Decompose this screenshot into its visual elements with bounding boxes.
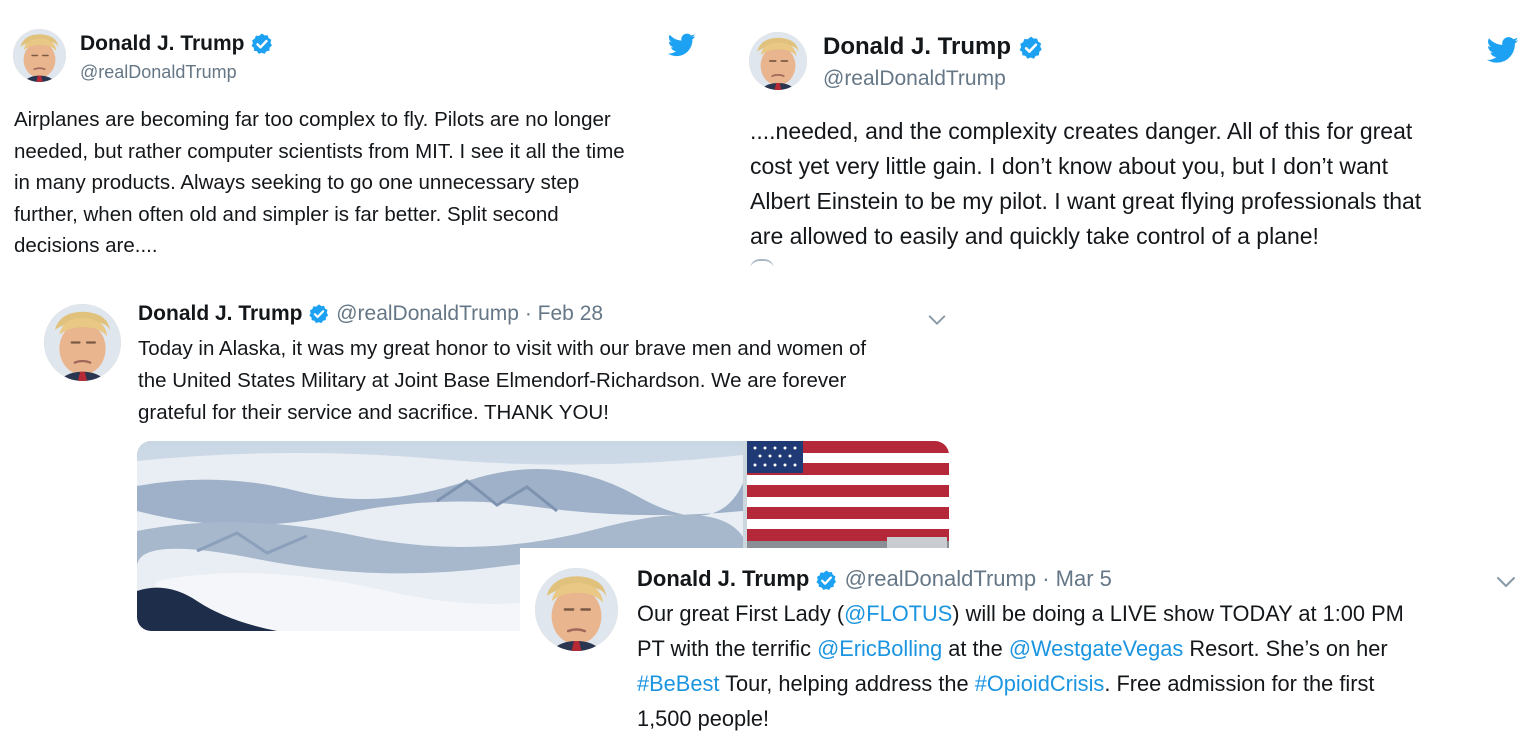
author-handle[interactable]: @realDonaldTrump bbox=[845, 566, 1036, 591]
chevron-down-icon[interactable] bbox=[1494, 570, 1518, 594]
author-handle[interactable]: @realDonaldTrump bbox=[823, 67, 1006, 91]
author-name[interactable]: Donald J. Trump bbox=[637, 566, 809, 591]
tweet-text-line: Albert Einstein to be my pilot. I want g… bbox=[750, 188, 1422, 214]
avatar[interactable] bbox=[749, 32, 807, 90]
avatar[interactable] bbox=[535, 568, 618, 651]
tweet-text-line: cost yet very little gain. I don’t know … bbox=[750, 153, 1388, 179]
text-span: at the bbox=[942, 636, 1009, 661]
tweet-text-line: grateful for their service and sacrifice… bbox=[138, 401, 609, 424]
mention-link-westgatevegas[interactable]: @WestgateVegas bbox=[1009, 636, 1183, 661]
tweet-card-1[interactable]: Donald J. Trump @realDonaldTrump Airplan… bbox=[0, 0, 720, 270]
verified-badge-icon bbox=[250, 32, 274, 56]
author-name[interactable]: Donald J. Trump bbox=[80, 32, 245, 55]
author-line: Donald J. Trump bbox=[80, 32, 274, 56]
tweet-header: Donald J. Trump @realDonaldTrump · Feb 2… bbox=[138, 302, 603, 326]
tweet-text-line: ....needed, and the complexity creates d… bbox=[750, 118, 1413, 144]
tweet-text-line: PT with the terrific @EricBolling at the… bbox=[637, 631, 1404, 666]
author-line: Donald J. Trump bbox=[823, 33, 1044, 61]
tweet-text-line: decisions are.... bbox=[14, 234, 158, 257]
mention-link-ericbolling[interactable]: @EricBolling bbox=[817, 636, 942, 661]
tweet-text-line: #BeBest Tour, helping address the #Opioi… bbox=[637, 666, 1404, 701]
tweet-date[interactable]: Mar 5 bbox=[1056, 566, 1112, 591]
text-span: Resort. She’s on her bbox=[1183, 636, 1388, 661]
tweet-card-4[interactable]: Donald J. Trump @realDonaldTrump · Mar 5… bbox=[520, 548, 1532, 746]
tweet-text-line: further, when often old and simpler is f… bbox=[14, 202, 559, 226]
tweet-text: Airplanes are becoming far too complex t… bbox=[14, 104, 625, 262]
tweet-date[interactable]: Feb 28 bbox=[538, 302, 603, 325]
hashtag-link-bebest[interactable]: #BeBest bbox=[637, 671, 719, 696]
tweet-card-2[interactable]: Donald J. Trump @realDonaldTrump ....nee… bbox=[735, 0, 1532, 266]
profile-photo bbox=[13, 29, 66, 82]
tweet-text-line: Today in Alaska, it was my great honor t… bbox=[138, 337, 867, 360]
author-handle[interactable]: @realDonaldTrump bbox=[80, 62, 237, 83]
author-name[interactable]: Donald J. Trump bbox=[823, 33, 1011, 60]
tweet-text: Our great First Lady (@FLOTUS) will be d… bbox=[637, 596, 1404, 736]
twitter-bird-icon[interactable] bbox=[1487, 34, 1519, 66]
avatar[interactable] bbox=[44, 304, 121, 381]
heart-icon[interactable] bbox=[750, 259, 774, 266]
author-handle[interactable]: @realDonaldTrump bbox=[336, 302, 519, 325]
tweet-text-line: in many products. Always seeking to go o… bbox=[14, 171, 580, 194]
text-span: . Free admission for the first bbox=[1104, 671, 1375, 696]
avatar[interactable] bbox=[13, 29, 66, 82]
profile-photo bbox=[535, 568, 618, 651]
tweet-text-line: 1,500 people! bbox=[637, 706, 770, 731]
verified-badge-icon bbox=[1018, 35, 1044, 61]
profile-photo bbox=[44, 304, 121, 381]
twitter-bird-icon[interactable] bbox=[668, 31, 696, 59]
text-span: Tour, helping address the bbox=[719, 671, 975, 696]
tweet-text: Today in Alaska, it was my great honor t… bbox=[138, 333, 866, 429]
tweet-text: ....needed, and the complexity creates d… bbox=[750, 114, 1421, 254]
separator: · bbox=[524, 302, 532, 325]
author-name[interactable]: Donald J. Trump bbox=[138, 302, 303, 325]
tweet-text-line: Airplanes are becoming far too complex t… bbox=[14, 108, 611, 131]
tweet-text-line: needed, but rather computer scientists f… bbox=[14, 139, 625, 163]
text-span: ) will be doing a LIVE show TODAY at 1:0… bbox=[952, 601, 1404, 626]
profile-photo bbox=[749, 32, 807, 90]
tweet-text-line: Our great First Lady (@FLOTUS) will be d… bbox=[637, 596, 1404, 631]
text-span: PT with the terrific bbox=[637, 636, 818, 661]
chevron-down-icon[interactable] bbox=[926, 309, 948, 331]
tweet-text-line: are allowed to easily and quickly take c… bbox=[750, 223, 1319, 249]
text-span: Our great First Lady ( bbox=[637, 601, 845, 626]
mention-link-flotus[interactable]: @FLOTUS bbox=[844, 601, 952, 626]
tweet-header: Donald J. Trump @realDonaldTrump · Mar 5 bbox=[637, 566, 1112, 592]
verified-badge-icon bbox=[308, 303, 330, 325]
separator: · bbox=[1042, 566, 1050, 591]
hashtag-link-opioidcrisis[interactable]: #OpioidCrisis bbox=[975, 671, 1105, 696]
verified-badge-icon bbox=[815, 569, 838, 592]
tweet-text-line: the United States Military at Joint Base… bbox=[138, 369, 847, 392]
